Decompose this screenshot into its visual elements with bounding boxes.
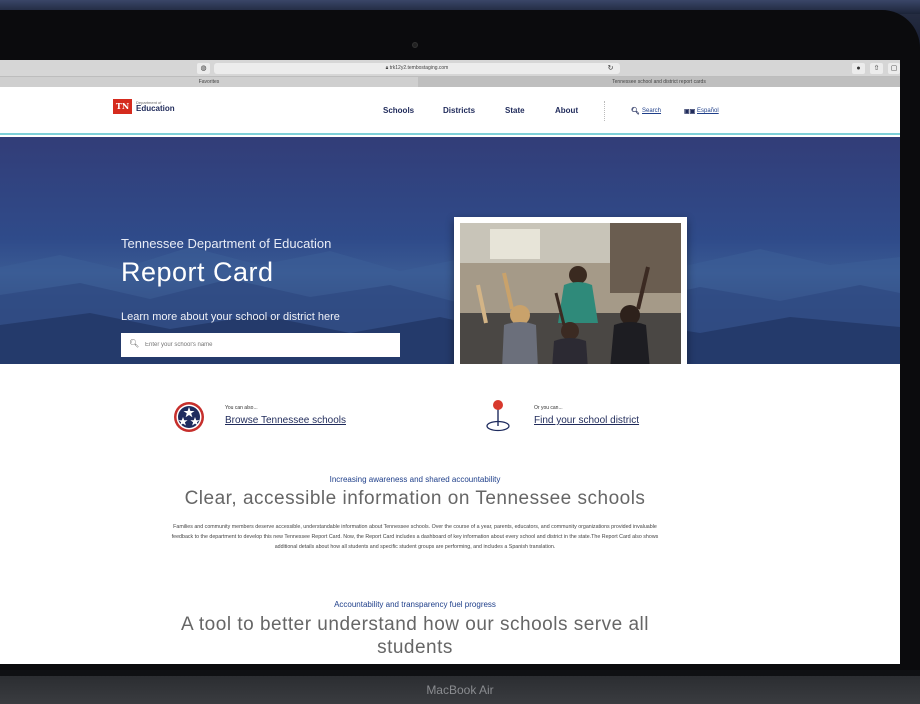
site-header: TN Department of Education Schools Distr…: [0, 87, 900, 135]
hero-banner: Tennessee Department of Education Report…: [0, 137, 900, 364]
camera-icon: [412, 42, 418, 48]
browser-window: ◍ 🔒︎ trk12y2.tembostaging.com ↻ ● ⇧ ▢ Fa…: [0, 60, 900, 664]
search-link[interactable]: Search: [642, 108, 661, 114]
privacy-icon[interactable]: ◍: [197, 63, 210, 74]
school-search[interactable]: 🔍︎: [121, 333, 400, 357]
nav-state[interactable]: State: [505, 106, 525, 115]
language-icon[interactable]: ▣▣: [684, 108, 695, 115]
browse-schools-link[interactable]: Browse Tennessee schools: [225, 415, 346, 426]
address-bar[interactable]: 🔒︎ trk12y2.tembostaging.com: [214, 63, 620, 74]
section2-headline: A tool to better understand how our scho…: [181, 614, 649, 658]
nav-about[interactable]: About: [555, 106, 578, 115]
search-icon: 🔍︎: [129, 339, 140, 348]
tn-education-logo[interactable]: TN Department of Education: [113, 99, 175, 114]
school-search-input[interactable]: [145, 333, 395, 357]
reload-icon[interactable]: ↻: [604, 63, 617, 74]
hero-subtitle: Tennessee Department of Education: [121, 236, 332, 251]
laptop-lid: ◍ 🔒︎ trk12y2.tembostaging.com ↻ ● ⇧ ▢ Fa…: [0, 10, 920, 670]
section2-kicker: Accountability and transparency fuel pro…: [334, 600, 496, 609]
active-tab[interactable]: Tennessee school and district report car…: [418, 77, 900, 87]
laptop-device: ◍ 🔒︎ trk12y2.tembostaging.com ↻ ● ⇧ ▢ Fa…: [0, 0, 920, 704]
favorites-bar: Favorites Tennessee school and district …: [0, 77, 900, 87]
logo-name: Education: [136, 103, 175, 113]
url-text: trk12y2.tembostaging.com: [389, 65, 449, 71]
favorites-tab[interactable]: Favorites: [0, 77, 418, 87]
hero-tagline: Learn more about your school or district…: [121, 311, 340, 323]
nav-districts[interactable]: Districts: [443, 106, 475, 115]
section1-headline: Clear, accessible information on Tenness…: [184, 488, 646, 509]
browse-prefix: You can also...: [225, 405, 258, 411]
hero-title: Report Card: [121, 257, 274, 287]
find-district-link[interactable]: Find your school district: [534, 415, 639, 426]
classroom-image: [460, 223, 681, 364]
district-prefix: Or you can...: [534, 405, 563, 411]
device-label: MacBook Air: [426, 683, 494, 697]
nav-schools[interactable]: Schools: [383, 106, 414, 115]
classroom-photo: [454, 217, 687, 364]
browser-toolbar: ◍ 🔒︎ trk12y2.tembostaging.com ↻ ● ⇧ ▢: [0, 60, 900, 77]
spanish-link[interactable]: Español: [697, 108, 719, 114]
lock-icon: 🔒︎: [385, 65, 389, 71]
tabs-icon[interactable]: ▢: [888, 63, 900, 74]
download-icon[interactable]: ●: [852, 63, 865, 74]
section1-body: Families and community members deserve a…: [171, 524, 659, 550]
section1-kicker: Increasing awareness and shared accounta…: [329, 475, 501, 484]
share-icon[interactable]: ⇧: [870, 63, 883, 74]
search-icon[interactable]: 🔍︎: [631, 107, 640, 115]
logo-badge: TN: [113, 99, 132, 114]
tennessee-tri-star-icon: [174, 402, 204, 432]
map-pin-icon: [486, 400, 510, 432]
nav-divider: [604, 101, 605, 121]
